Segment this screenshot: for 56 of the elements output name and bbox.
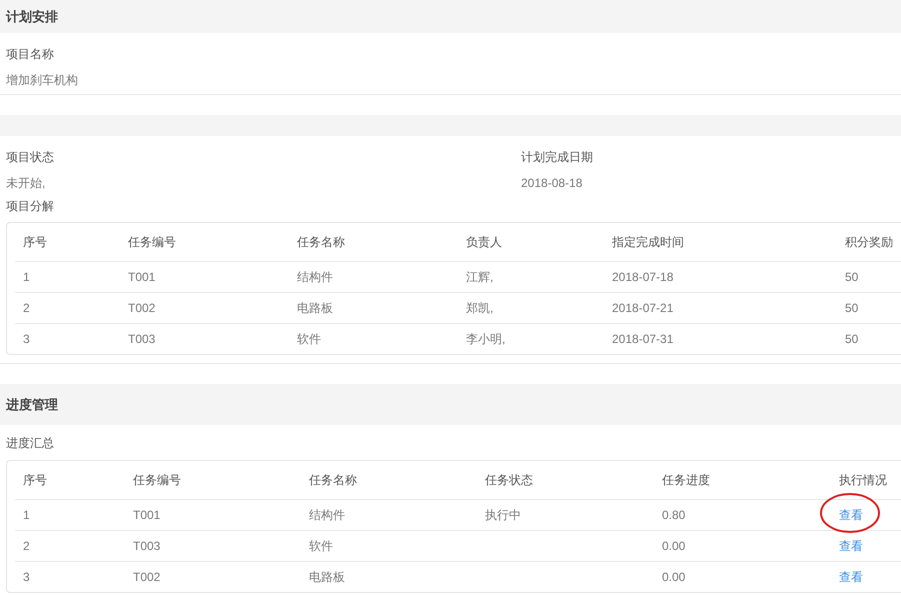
table-cell-text: T003 [133,538,160,555]
table-cell-text: 电路板 [297,300,333,317]
view-link[interactable]: 查看 [839,568,863,586]
column-header: 任务状态 [485,472,533,489]
table-cell-text: 2 [23,300,30,317]
table-cell-text: 1 [23,507,30,524]
table-cell-text: 50 [845,331,858,348]
table-cell-text: T002 [128,300,156,317]
view-link[interactable]: 查看 [839,537,863,555]
table-cell-text: 结构件 [309,507,345,524]
field-label: 项目分解 [6,198,54,215]
field-value: 2018-08-18 [521,175,584,192]
column-header: 任务编号 [128,234,176,251]
table-cell-text: 0.80 [662,507,686,524]
table-cell-text: 1 [23,269,30,286]
table-cell-text: T001 [133,507,160,524]
section-title: 计划安排 [6,8,58,26]
table-cell-text: 0.00 [662,538,686,555]
table-cell-text: 3 [23,331,30,348]
table-cell-text: T002 [133,569,160,586]
table-cell-text: 江辉, [466,269,494,286]
table-cell-text: 软件 [309,538,333,555]
column-header: 指定完成时间 [612,234,684,251]
column-header: 执行情况 [839,472,887,489]
column-header: 负责人 [466,234,502,251]
column-header: 任务编号 [133,472,181,489]
column-header: 任务名称 [297,234,345,251]
table-cell-text: T001 [128,269,156,286]
table-cell-text: 结构件 [297,269,333,286]
column-header: 序号 [23,234,47,251]
table-cell-text: 50 [845,269,858,286]
section-title: 进度管理 [6,396,58,414]
field-value: 增加刹车机构 [6,72,79,89]
field-label: 计划完成日期 [521,149,593,166]
field-label: 项目状态 [6,149,55,166]
column-header: 序号 [23,472,47,489]
table-cell-text: 软件 [297,331,321,348]
table-cell-text: 2018-07-18 [612,269,674,286]
table-cell-text: 50 [845,300,858,317]
field-label: 进度汇总 [6,434,54,452]
table-cell-text: 3 [23,569,30,586]
view-link[interactable]: 查看 [839,506,863,524]
table-cell-text: 李小明, [466,331,506,348]
table-cell-text: 2018-07-21 [612,300,674,317]
table-cell-text: 2018-07-31 [612,331,674,348]
column-header: 任务进度 [662,472,710,489]
column-header: 任务名称 [309,472,357,489]
table-cell-text: 郑凯, [466,300,494,317]
column-header: 积分奖励 [845,234,893,251]
table-cell-text: 执行中 [485,507,521,524]
table-cell-text: 电路板 [309,569,345,586]
field-value: 未开始, [6,175,46,192]
table-cell-text: 2 [23,538,30,555]
table-cell-text: 0.00 [662,569,686,586]
field-label: 项目名称 [6,46,55,63]
table-cell-text: T003 [128,331,156,348]
